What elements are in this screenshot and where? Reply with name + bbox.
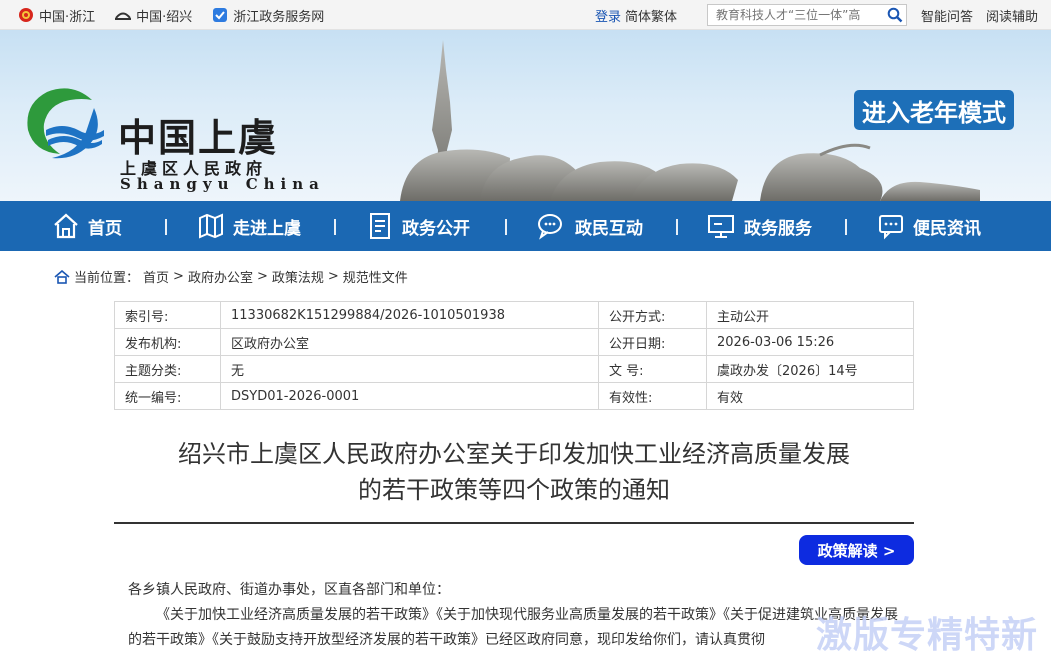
site-name: 中国上虞 xyxy=(118,115,279,160)
search-box xyxy=(706,4,907,26)
monitor-icon xyxy=(708,215,734,238)
document-body: 各乡镇人民政府、街道办事处，区直各部门和单位： 《关于加快工业经济高质量发展的若… xyxy=(128,578,898,651)
info-key: 有效性: xyxy=(598,382,707,410)
map-icon xyxy=(199,213,223,239)
document-icon xyxy=(370,213,390,239)
info-key: 主题分类: xyxy=(114,355,221,383)
nav-convenience-label: 便民资讯 xyxy=(913,218,981,239)
info-value: 主动公开 xyxy=(706,301,914,329)
nav-gov-service[interactable]: 政务服务 xyxy=(706,201,812,251)
table-row: 统一编号: DSYD01-2026-0001 有效性: 有效 xyxy=(114,382,914,410)
elder-mode-button[interactable]: 进入老年模式 xyxy=(854,90,1014,130)
breadcrumb-item[interactable]: 政府办公室 xyxy=(188,267,253,286)
login-link[interactable]: 登录 xyxy=(595,6,621,25)
nav-about[interactable]: 走进上虞 xyxy=(197,201,301,251)
breadcrumb-item[interactable]: 政策法规 xyxy=(272,267,324,286)
link-zjzwfw[interactable]: 浙江政务服务网 xyxy=(212,6,324,25)
breadcrumb-separator: > xyxy=(256,269,268,284)
info-key: 索引号: xyxy=(114,301,221,329)
nav-separator xyxy=(845,219,847,235)
bridge-icon xyxy=(115,12,132,20)
info-value: 区政府办公室 xyxy=(220,328,599,356)
table-row: 主题分类: 无 文 号: 虞政办发〔2026〕14号 xyxy=(114,355,914,383)
info-value: DSYD01-2026-0001 xyxy=(220,382,599,410)
reading-assist-link[interactable]: 阅读辅助 xyxy=(986,6,1038,25)
breadcrumb-prefix: 当前位置： xyxy=(74,271,140,286)
breadcrumb-separator: > xyxy=(327,269,339,284)
info-value: 无 xyxy=(220,355,599,383)
nav-separator xyxy=(676,219,678,235)
nav-gov-service-label: 政务服务 xyxy=(744,218,812,239)
info-key: 统一编号: xyxy=(114,382,221,410)
search-button[interactable] xyxy=(884,5,906,25)
nav-convenience[interactable]: 便民资讯 xyxy=(877,201,981,251)
info-key: 公开日期: xyxy=(598,328,707,356)
smart-qa-link[interactable]: 智能问答 xyxy=(921,6,973,25)
info-value: 11330682K151299884/2026-1010501938 xyxy=(220,301,599,329)
salutation: 各乡镇人民政府、街道办事处，区直各部门和单位： xyxy=(128,582,450,598)
nav-gov-open-label: 政务公开 xyxy=(402,218,470,239)
breadcrumb-item[interactable]: 规范性文件 xyxy=(343,267,408,286)
home-icon xyxy=(54,213,78,239)
breadcrumb: 当前位置： 首页 > 政府办公室 > 政策法规 > 规范性文件 xyxy=(54,267,408,286)
table-row: 索引号: 11330682K151299884/2026-1010501938 … xyxy=(114,301,914,329)
document-title-line: 的若干政策等四个政策的通知 xyxy=(358,476,670,504)
nav-separator xyxy=(165,219,167,235)
info-key: 公开方式: xyxy=(598,301,707,329)
link-zhejiang[interactable]: 中国·浙江 xyxy=(18,6,95,25)
search-input[interactable] xyxy=(707,5,884,25)
main-nav: 首页 走进上虞 政务公开 政民互动 政务服务 便民资讯 xyxy=(0,201,1051,251)
document-title: 绍兴市上虞区人民政府办公室关于印发加快工业经济高质量发展 的若干政策等四个政策的… xyxy=(114,436,914,508)
national-emblem-icon xyxy=(19,8,33,22)
top-right: 登录 简体繁体 智能问答 阅读辅助 xyxy=(595,0,1051,30)
document-info-table: 索引号: 11330682K151299884/2026-1010501938 … xyxy=(114,301,914,410)
nav-home-label: 首页 xyxy=(88,218,122,239)
policy-interpretation-button[interactable]: 政策解读 > xyxy=(799,535,914,565)
link-zjzwfw-label: 浙江政务服务网 xyxy=(233,9,325,25)
home-icon xyxy=(54,269,70,284)
nav-separator xyxy=(334,219,336,235)
document-title-line: 绍兴市上虞区人民政府办公室关于印发加快工业经济高质量发展 xyxy=(178,440,850,468)
top-links: 中国·浙江 中国·绍兴 浙江政务服务网 xyxy=(18,0,324,30)
breadcrumb-item[interactable]: 首页 xyxy=(143,267,169,286)
info-value: 2026-03-06 15:26 xyxy=(706,328,914,356)
link-shaoxing[interactable]: 中国·绍兴 xyxy=(115,6,192,25)
breadcrumb-separator: > xyxy=(173,269,184,284)
body-paragraph: 《关于加快工业经济高质量发展的若干政策》《关于加快现代服务业高质量发展的若干政策… xyxy=(128,607,898,648)
chat-icon xyxy=(538,214,562,240)
nav-interaction-label: 政民互动 xyxy=(575,218,643,239)
shangyu-logo-icon xyxy=(27,88,104,159)
top-bar: 中国·浙江 中国·绍兴 浙江政务服务网 登录 简体繁体 智能问答 阅读 xyxy=(0,0,1051,30)
table-row: 发布机构: 区政府办公室 公开日期: 2026-03-06 15:26 xyxy=(114,328,914,356)
title-divider xyxy=(114,522,914,524)
info-value: 虞政办发〔2026〕14号 xyxy=(706,355,914,383)
link-shaoxing-label: 中国·绍兴 xyxy=(136,9,193,25)
site-english-name: Shangyu China xyxy=(120,175,325,193)
message-icon xyxy=(879,215,903,240)
nav-gov-open[interactable]: 政务公开 xyxy=(368,201,470,251)
info-key: 发布机构: xyxy=(114,328,221,356)
link-zhejiang-label: 中国·浙江 xyxy=(39,9,96,25)
info-value: 有效 xyxy=(706,382,914,410)
language-switch[interactable]: 简体繁体 xyxy=(625,6,677,25)
watermark-text: 激版专精特新 xyxy=(816,615,1039,651)
nav-separator xyxy=(505,219,507,235)
nav-home[interactable]: 首页 xyxy=(52,201,122,251)
nav-interaction[interactable]: 政民互动 xyxy=(537,201,643,251)
header-banner: 中国上虞 上虞区人民政府 Shangyu China 进入老年模式 xyxy=(0,30,1051,201)
nav-about-label: 走进上虞 xyxy=(233,218,301,239)
search-icon xyxy=(887,7,903,23)
gov-service-icon xyxy=(213,8,228,22)
info-key: 文 号: xyxy=(598,355,707,383)
